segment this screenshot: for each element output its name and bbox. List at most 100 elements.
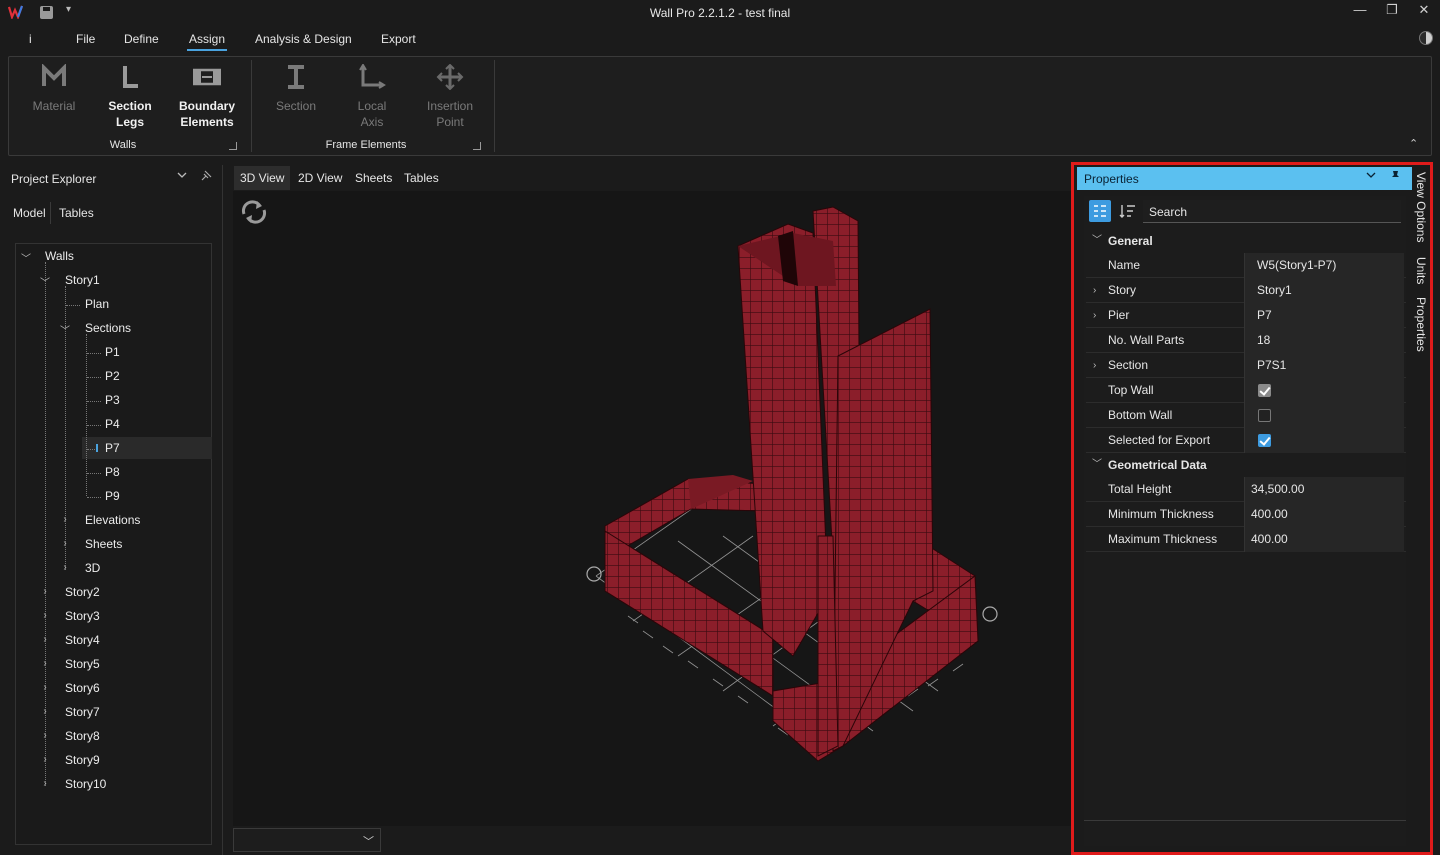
property-row-section[interactable]: › Section P7S1 — [1086, 353, 1406, 378]
menu-analysis-design[interactable]: Analysis & Design — [253, 32, 354, 49]
tab-3d-view[interactable]: 3D View — [234, 166, 291, 190]
chevron-down-icon[interactable] — [1366, 170, 1376, 180]
tree-node-p8[interactable]: P8 — [105, 462, 120, 482]
frame-section-button[interactable]: Section — [262, 62, 330, 114]
tree-node-story4[interactable]: Story4 — [65, 630, 100, 650]
bottom-wall-checkbox[interactable] — [1258, 409, 1271, 422]
tree-expand-story10-icon[interactable]: › — [40, 778, 50, 789]
local-axis-button[interactable]: Local Axis — [338, 62, 406, 130]
restore-button[interactable]: ❐ — [1375, 0, 1409, 22]
boundary-elements-button[interactable]: Boundary Elements — [173, 62, 241, 130]
tree-expand-3d-icon[interactable]: › — [60, 562, 70, 573]
tab-model[interactable]: Model — [13, 206, 46, 220]
tree-node-story7[interactable]: Story7 — [65, 702, 100, 722]
tree-node-story9[interactable]: Story9 — [65, 750, 100, 770]
tree-node-sections[interactable]: Sections — [85, 318, 131, 338]
section-legs-button[interactable]: Section Legs — [96, 62, 164, 130]
property-value[interactable]: P7 — [1244, 303, 1404, 328]
tree-expand-story6-icon[interactable]: › — [40, 682, 50, 693]
menu-define[interactable]: Define — [122, 32, 161, 49]
tree-expand-story7-icon[interactable]: › — [40, 706, 50, 717]
insertion-point-button[interactable]: Insertion Point — [416, 62, 484, 130]
properties-search-box[interactable] — [1143, 200, 1401, 223]
property-row-pier[interactable]: › Pier P7 — [1086, 303, 1406, 328]
tree-node-story2[interactable]: Story2 — [65, 582, 100, 602]
tree-expand-elevations-icon[interactable]: › — [60, 514, 70, 525]
property-value[interactable]: 34,500.00 — [1244, 477, 1404, 502]
side-tab-units[interactable]: Units — [1414, 257, 1428, 284]
tree-expand-story1-icon[interactable]: ﹀ — [40, 274, 50, 289]
tree-node-plan[interactable]: Plan — [85, 294, 109, 314]
tree-node-story10[interactable]: Story10 — [65, 774, 106, 794]
tree-node-story1[interactable]: Story1 — [65, 270, 100, 290]
category-geometrical-data[interactable]: ﹀ Geometrical Data — [1086, 453, 1406, 477]
pin-icon[interactable] — [1390, 170, 1401, 181]
property-row-wall-parts[interactable]: No. Wall Parts 18 — [1086, 328, 1406, 353]
tab-tables-view[interactable]: Tables — [398, 166, 445, 190]
chevron-right-icon[interactable]: › — [1093, 303, 1096, 328]
categorized-view-icon[interactable] — [1089, 200, 1111, 222]
ribbon-collapse-icon[interactable]: ⌃ — [1409, 137, 1418, 150]
pin-icon[interactable] — [201, 170, 212, 181]
tree-expand-story8-icon[interactable]: › — [40, 730, 50, 741]
property-row-story[interactable]: › Story Story1 — [1086, 278, 1406, 303]
tree-node-p2[interactable]: P2 — [105, 366, 120, 386]
material-button[interactable]: Material — [20, 62, 88, 114]
tree-expand-walls-icon[interactable]: ﹀ — [21, 250, 31, 265]
tree-node-p7[interactable]: P7 — [105, 438, 120, 458]
tab-sheets[interactable]: Sheets — [349, 166, 398, 190]
tree-node-story6[interactable]: Story6 — [65, 678, 100, 698]
tab-2d-view[interactable]: 2D View — [292, 166, 348, 190]
property-row-max-thickness[interactable]: Maximum Thickness 400.00 — [1086, 527, 1406, 552]
sort-alphabetical-icon[interactable] — [1119, 203, 1137, 219]
tree-node-3d[interactable]: 3D — [85, 558, 100, 578]
tree-expand-story3-icon[interactable]: › — [40, 610, 50, 621]
tree-node-story8[interactable]: Story8 — [65, 726, 100, 746]
chevron-right-icon[interactable]: › — [1093, 353, 1096, 378]
menu-file[interactable]: File — [74, 32, 97, 49]
selected-for-export-checkbox[interactable] — [1258, 434, 1271, 447]
tree-node-elevations[interactable]: Elevations — [85, 510, 140, 530]
property-row-top-wall[interactable]: Top Wall — [1086, 378, 1406, 403]
tree-node-p1[interactable]: P1 — [105, 342, 120, 362]
wall-model-3d[interactable] — [233, 191, 1071, 826]
view-selector-dropdown[interactable]: ﹀ — [233, 828, 381, 852]
tree-node-story5[interactable]: Story5 — [65, 654, 100, 674]
tree-expand-story9-icon[interactable]: › — [40, 754, 50, 765]
tree-node-p4[interactable]: P4 — [105, 414, 120, 434]
tree-expand-story5-icon[interactable]: › — [40, 658, 50, 669]
menu-info[interactable]: i — [27, 32, 34, 49]
category-general[interactable]: ﹀ General — [1086, 229, 1406, 253]
top-wall-checkbox[interactable] — [1258, 384, 1271, 397]
tree-node-story3[interactable]: Story3 — [65, 606, 100, 626]
property-row-name[interactable]: Name W5(Story1-P7) — [1086, 253, 1406, 278]
chevron-down-icon[interactable] — [177, 170, 187, 180]
tree-node-sheets[interactable]: Sheets — [85, 534, 122, 554]
property-value[interactable]: 400.00 — [1244, 527, 1404, 552]
tab-tables[interactable]: Tables — [59, 206, 94, 220]
tree-expand-story2-icon[interactable]: › — [40, 586, 50, 597]
property-value[interactable]: 400.00 — [1244, 502, 1404, 527]
walls-launcher-icon[interactable] — [229, 142, 237, 150]
close-button[interactable]: ✕ — [1407, 0, 1440, 22]
tree-node-p3[interactable]: P3 — [105, 390, 120, 410]
property-value[interactable]: 18 — [1244, 328, 1404, 353]
property-row-selected-for-export[interactable]: Selected for Export — [1086, 428, 1406, 453]
search-input[interactable] — [1149, 205, 1389, 219]
property-value[interactable]: P7S1 — [1244, 353, 1404, 378]
property-row-min-thickness[interactable]: Minimum Thickness 400.00 — [1086, 502, 1406, 527]
menu-assign[interactable]: Assign — [187, 32, 228, 51]
property-row-total-height[interactable]: Total Height 34,500.00 — [1086, 477, 1406, 502]
tree-expand-sections-icon[interactable]: ﹀ — [60, 322, 70, 337]
menu-export[interactable]: Export — [379, 32, 418, 49]
chevron-right-icon[interactable]: › — [1093, 278, 1096, 303]
side-tab-view-options[interactable]: View Options — [1414, 172, 1428, 242]
panel-splitter[interactable] — [222, 165, 223, 855]
property-value[interactable]: Story1 — [1244, 278, 1404, 303]
frame-elements-launcher-icon[interactable] — [473, 142, 481, 150]
property-value[interactable]: W5(Story1-P7) — [1244, 253, 1404, 278]
tree-node-p9[interactable]: P9 — [105, 486, 120, 506]
tree-expand-story4-icon[interactable]: › — [40, 634, 50, 645]
theme-toggle-icon[interactable] — [1419, 31, 1433, 45]
minimize-button[interactable]: — — [1343, 0, 1377, 22]
